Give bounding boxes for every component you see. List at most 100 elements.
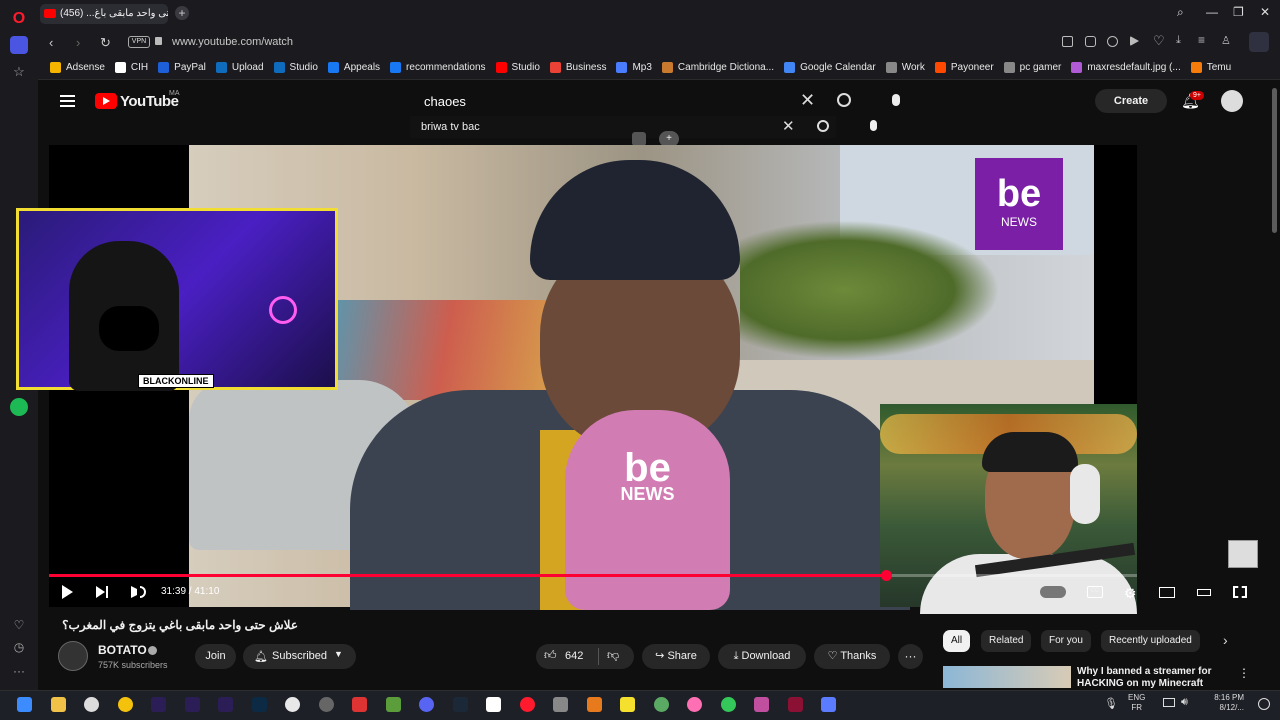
bookmark-item[interactable]: Temu [1190,62,1231,73]
channel-avatar[interactable] [58,641,88,671]
picture-in-picture-icon[interactable] [632,132,646,146]
notion-icon[interactable] [486,697,501,712]
minimize-button[interactable]: — [1206,5,1218,19]
search-icon[interactable] [837,93,851,107]
forward-button[interactable]: › [76,35,80,50]
recommended-title[interactable]: Why I banned a streamer for HACKING on m… [1077,666,1227,688]
audition-icon[interactable] [151,697,166,712]
channel-name[interactable]: BOTATO [98,643,147,657]
app-icon[interactable] [84,697,99,712]
volume-tray-icon[interactable]: 🔊︎ [1181,696,1188,709]
obs-icon[interactable] [319,697,334,712]
hamburger-menu-icon[interactable] [60,95,75,107]
more-icon[interactable]: ··· [10,664,28,682]
chip-for-you[interactable]: For you [1041,630,1091,652]
bookmark-item[interactable]: Mp3 [616,62,652,73]
bookmark-item[interactable]: maxresdefault.jpg (... [1071,62,1181,73]
search-input-secondary[interactable]: briwa tv bac [410,116,836,138]
voice-search-secondary-icon[interactable] [870,120,877,131]
bookmark-item[interactable]: CIH [114,62,148,73]
chip-related[interactable]: Related [981,630,1032,652]
create-button[interactable]: Create [1095,89,1167,113]
media-encoder-icon[interactable] [185,697,200,712]
bookmark-item[interactable]: Google Calendar [784,62,876,73]
discord-icon[interactable] [419,697,434,712]
camera-icon[interactable] [1085,36,1096,47]
app-icon-4[interactable] [654,697,669,712]
share-button[interactable]: ↪ Share [642,644,710,669]
search-input[interactable]: chaoes [412,88,862,116]
thanks-button[interactable]: ♡ Thanks [814,644,890,669]
minecraft-icon[interactable] [386,697,401,712]
channel-watermark-icon[interactable] [1228,540,1258,568]
bookmark-item[interactable]: Upload [215,62,264,73]
bookmarks-star-icon[interactable]: ☆ [10,64,28,82]
app-icon-6[interactable] [821,697,836,712]
chips-next-icon[interactable]: › [1223,632,1228,648]
theater-mode-icon[interactable] [1197,589,1211,596]
bookmark-item[interactable]: Adsense [50,62,105,73]
bookmark-item[interactable]: Payoneer [934,62,994,73]
spotify-icon[interactable] [10,398,28,416]
bookmark-item[interactable]: Studio [495,62,540,73]
history-icon[interactable]: ◷ [10,640,28,658]
voice-search-icon[interactable] [892,94,900,106]
app-icon-2[interactable] [285,697,300,712]
profile-icon[interactable]: ♙ [1221,34,1231,47]
home-icon[interactable] [10,36,28,54]
steam-icon[interactable] [453,697,468,712]
app-icon-5[interactable] [754,697,769,712]
chip-recently-uploaded[interactable]: Recently uploaded [1101,630,1200,652]
browser-tab[interactable]: علاش حتى واحد مابقى باغ... (456) [40,4,168,24]
youtube-logo-icon[interactable] [95,93,117,109]
premiere-icon[interactable] [218,697,233,712]
bookmark-item[interactable]: pc gamer [1003,62,1061,73]
heart-icon[interactable]: ♡ [1153,33,1165,49]
scrollbar-thumb[interactable] [1272,88,1277,233]
system-clock[interactable]: 8:16 PM 8/12/... [1200,693,1244,713]
capture-icon[interactable] [553,697,568,712]
edit-icon[interactable] [1062,36,1073,47]
captions-button[interactable]: CC [1087,586,1103,598]
search-secondary-icon[interactable] [817,120,829,132]
language-indicator[interactable]: ENG FR [1128,693,1145,713]
autoplay-toggle[interactable] [1040,586,1066,598]
heart-icon[interactable]: ♡ [10,618,28,636]
clear-search-secondary-icon[interactable]: ✕ [782,117,795,135]
new-tab-button[interactable]: + [175,6,189,20]
download-button[interactable]: ⤓ Download [718,644,806,669]
bookmark-item[interactable]: Cambridge Dictiona... [661,62,774,73]
next-button[interactable] [96,586,105,598]
dislike-icon[interactable]: 👎︎ [607,648,619,663]
volume-icon[interactable] [131,586,137,598]
close-window-button[interactable]: ✕ [1260,5,1270,19]
url-field[interactable]: www.youtube.com/watch [172,33,1202,51]
start-icon[interactable] [17,697,32,712]
account-avatar[interactable] [1221,90,1243,112]
bookmark-item[interactable]: PayPal [158,62,206,73]
capcut-icon[interactable] [788,697,803,712]
maximize-button[interactable]: ❐ [1233,5,1244,19]
app-icon-3[interactable] [587,697,602,712]
menu-icon[interactable]: ≡ [1198,33,1205,47]
photoshop-icon[interactable] [252,697,267,712]
download-icon[interactable]: ⤓ [1176,34,1181,47]
bookmark-item[interactable]: Studio [273,62,318,73]
shield-icon[interactable] [1107,36,1118,47]
reload-button[interactable]: ↻ [100,35,111,51]
chrome-icon[interactable] [118,697,133,712]
opera-icon[interactable] [520,697,535,712]
bookmark-item[interactable]: Appeals [327,62,380,73]
like-icon[interactable]: 👍︎ [544,648,557,663]
back-button[interactable]: ‹ [49,35,53,50]
extensions-icon[interactable] [1249,32,1269,52]
mic-tray-icon[interactable]: 🎙︎ [1104,697,1118,710]
miro-icon[interactable] [620,697,635,712]
opera-logo-icon[interactable]: O [10,10,28,28]
fullscreen-icon[interactable] [1233,586,1247,598]
chip-all[interactable]: All [943,630,971,652]
bookmark-item[interactable]: Business [549,62,606,73]
osu-icon[interactable] [687,697,702,712]
miniplayer-icon[interactable] [1159,587,1175,598]
notification-center-icon[interactable] [1258,698,1270,710]
